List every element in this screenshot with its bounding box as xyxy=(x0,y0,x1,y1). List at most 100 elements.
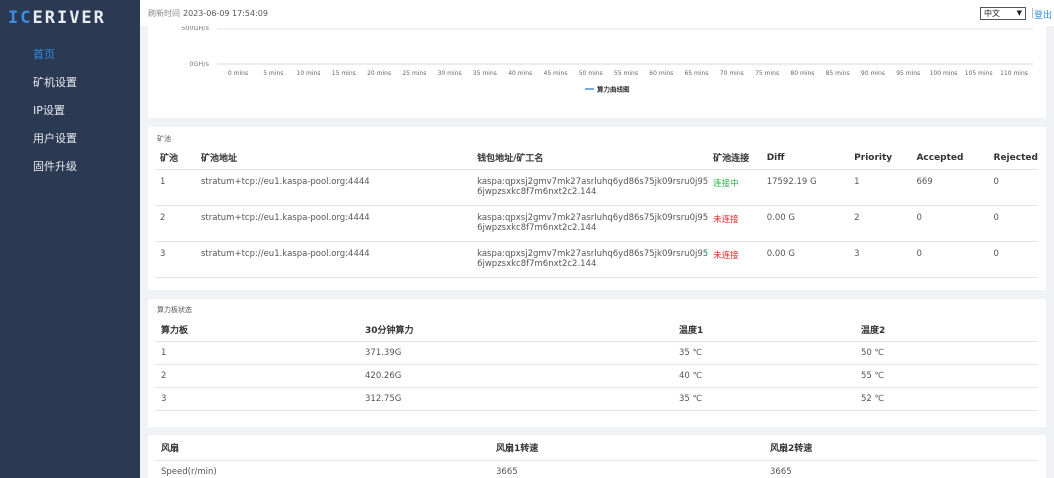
pool-diff: 0.00 G xyxy=(761,241,850,278)
x-tick-label: 5 mins xyxy=(263,70,283,77)
board-hashrate: 312.75G xyxy=(360,387,674,411)
fan1-speed: 3665 xyxy=(496,466,518,477)
pool-status: 未连接 xyxy=(708,205,762,242)
fans-table: 风扇 风扇1转速 风扇2转速 Speed(r/min) 3665 3665 xyxy=(156,436,1038,478)
pool-diff: 17592.19 G xyxy=(761,169,850,206)
pool-rejected: 0 xyxy=(988,169,1038,206)
logout-link[interactable]: 登出 xyxy=(1034,8,1052,21)
logo-text-accent: IC xyxy=(8,8,33,28)
col-wallet: 钱包地址/矿工名 xyxy=(472,147,709,170)
col-accepted: Accepted xyxy=(911,147,989,170)
pool-status: 连接中 xyxy=(708,169,762,206)
hashrate-chart-card: 500GH/s 0GH/s 0 mins 5 mins 10 mins 15 mins… xyxy=(148,26,1046,118)
logo-text-main: ERIVER xyxy=(32,8,106,28)
table-row: Speed(r/min) 3665 3665 xyxy=(156,460,1038,478)
board-temp1: 40 ℃ xyxy=(674,364,856,388)
fan-row-label: Speed(r/min) xyxy=(161,466,217,477)
nav-item-firmware-upgrade[interactable]: 固件升级 xyxy=(0,153,140,181)
nav-item-home[interactable]: 首页 xyxy=(0,41,140,69)
boards-header-row: 算力板 30分钟算力 温度1 温度2 xyxy=(156,319,1038,342)
table-row: 3 312.75G 35 ℃ 52 ℃ xyxy=(156,387,1038,411)
x-tick-label: 15 mins xyxy=(332,70,356,77)
chevron-down-icon: ▼ xyxy=(1016,9,1022,17)
refresh-time-label: 刷新时间 xyxy=(148,9,180,18)
pool-id: 1 xyxy=(155,169,196,206)
x-tick-label: 0 mins xyxy=(228,70,248,77)
board-temp2: 52 ℃ xyxy=(856,387,1038,411)
pools-header-row: 矿池 矿池地址 钱包地址/矿工名 矿池连接 Diff Priority Acce… xyxy=(155,147,1038,170)
x-tick-label: 65 mins xyxy=(685,70,709,77)
pool-worker-line1: kaspa:qpxsj2gmv7mk27asrluhq6yd86s75jk09r… xyxy=(477,212,709,223)
language-select[interactable]: 中文 ▼ xyxy=(980,7,1026,20)
pool-diff: 0.00 G xyxy=(761,205,850,242)
y-tick-label: 0GH/s xyxy=(189,60,209,68)
pool-url: stratum+tcp://eu1.kaspa-pool.org:4444 xyxy=(196,205,473,242)
pool-url: stratum+tcp://eu1.kaspa-pool.org:4444 xyxy=(196,169,473,206)
boards-table: 算力板 30分钟算力 温度1 温度2 1 371.39G 35 ℃ 50 ℃ 2… xyxy=(156,319,1038,411)
x-tick-label: 60 mins xyxy=(649,70,673,77)
iceriver-logo: ICERIVER xyxy=(8,7,136,29)
board-temp1: 35 ℃ xyxy=(674,341,856,365)
y-tick-label: 500GH/s xyxy=(181,26,210,32)
board-hashrate: 371.39G xyxy=(360,341,674,365)
board-temp1: 35 ℃ xyxy=(674,387,856,411)
table-row: 2 420.26G 40 ℃ 55 ℃ xyxy=(156,364,1038,388)
fan2-speed: 3665 xyxy=(770,466,792,477)
col-pool-url: 矿池地址 xyxy=(196,147,473,170)
nav-item-miner-settings[interactable]: 矿机设置 xyxy=(0,69,140,97)
col-fan: 风扇 xyxy=(156,436,491,461)
pool-worker-line1: kaspa:qpxsj2gmv7mk27asrluhq6yd86s75jk09r… xyxy=(477,248,709,259)
pools-title: 矿池 xyxy=(157,135,171,143)
col-pool: 矿池 xyxy=(155,147,196,170)
col-temp2: 温度2 xyxy=(856,319,1038,342)
col-rejected: Rejected xyxy=(988,147,1038,170)
col-fan1-speed: 风扇1转速 xyxy=(491,436,765,461)
board-id: 3 xyxy=(156,387,360,411)
x-tick-labels: 0 mins 5 mins 10 mins 15 mins 20 mins 25 mins… xyxy=(228,70,1028,77)
table-row: 3 stratum+tcp://eu1.kaspa-pool.org:4444 … xyxy=(155,241,1038,278)
col-temp1: 温度1 xyxy=(674,319,856,342)
sidebar: ICERIVER 首页 矿机设置 IP设置 用户设置 固件升级 xyxy=(0,0,140,478)
x-tick-label: 10 mins xyxy=(297,70,321,77)
pool-worker-line2: 6jwpzsxkc8f7m6nxt2c2.144 xyxy=(477,186,597,197)
pool-rejected: 0 xyxy=(988,241,1038,278)
refresh-time-value: 2023-06-09 17:54:09 xyxy=(183,9,268,18)
x-tick-label: 50 mins xyxy=(579,70,603,77)
pool-accepted: 0 xyxy=(911,241,989,278)
pool-priority: 1 xyxy=(849,169,912,206)
legend-label: 算力曲线图 xyxy=(596,85,630,94)
col-hashrate: 30分钟算力 xyxy=(360,319,674,342)
x-tick-label: 75 mins xyxy=(755,70,779,77)
pool-accepted: 669 xyxy=(911,169,989,206)
nav-item-ip-settings[interactable]: IP设置 xyxy=(0,97,140,125)
board-temp2: 55 ℃ xyxy=(856,364,1038,388)
nav-item-user-settings[interactable]: 用户设置 xyxy=(0,125,140,153)
fans-header-row: 风扇 风扇1转速 风扇2转速 xyxy=(156,436,1038,461)
pool-worker-line1: kaspa:qpxsj2gmv7mk27asrluhq6yd86s75jk09r… xyxy=(477,176,709,187)
fans-card: 风扇 风扇1转速 风扇2转速 Speed(r/min) 3665 3665 xyxy=(148,435,1046,478)
top-bar: 刷新时间 2023-06-09 17:54:09 中文 ▼ 登出 xyxy=(140,0,1054,26)
x-tick-label: 80 mins xyxy=(790,70,814,77)
pool-worker: kaspa:qpxsj2gmv7mk27asrluhq6yd86s75jk09r… xyxy=(472,205,709,242)
language-select-value: 中文 xyxy=(984,9,1000,18)
board-id: 1 xyxy=(156,341,360,365)
x-tick-label: 105 mins xyxy=(965,70,993,77)
pools-card: 矿池 矿池 矿池地址 钱包地址/矿工名 矿池连接 Diff Priority A… xyxy=(148,127,1046,290)
col-connection: 矿池连接 xyxy=(708,147,762,170)
table-row: 1 stratum+tcp://eu1.kaspa-pool.org:4444 … xyxy=(155,169,1038,206)
pool-priority: 2 xyxy=(849,205,912,242)
x-tick-label: 100 mins xyxy=(930,70,958,77)
board-temp2: 50 ℃ xyxy=(856,341,1038,365)
board-id: 2 xyxy=(156,364,360,388)
topbar-divider xyxy=(1032,8,1033,18)
col-board: 算力板 xyxy=(156,319,360,342)
col-fan2-speed: 风扇2转速 xyxy=(765,436,1038,461)
boards-title: 算力板状态 xyxy=(157,306,192,314)
pool-url: stratum+tcp://eu1.kaspa-pool.org:4444 xyxy=(196,241,473,278)
x-tick-label: 40 mins xyxy=(508,70,532,77)
pool-priority: 3 xyxy=(849,241,912,278)
pool-worker: kaspa:qpxsj2gmv7mk27asrluhq6yd86s75jk09r… xyxy=(472,169,709,206)
boards-card: 算力板状态 算力板 30分钟算力 温度1 温度2 1 371.39G 35 ℃ … xyxy=(148,299,1046,427)
pool-worker-line2: 6jwpzsxkc8f7m6nxt2c2.144 xyxy=(477,258,597,269)
pool-worker-line2: 6jwpzsxkc8f7m6nxt2c2.144 xyxy=(477,222,597,233)
